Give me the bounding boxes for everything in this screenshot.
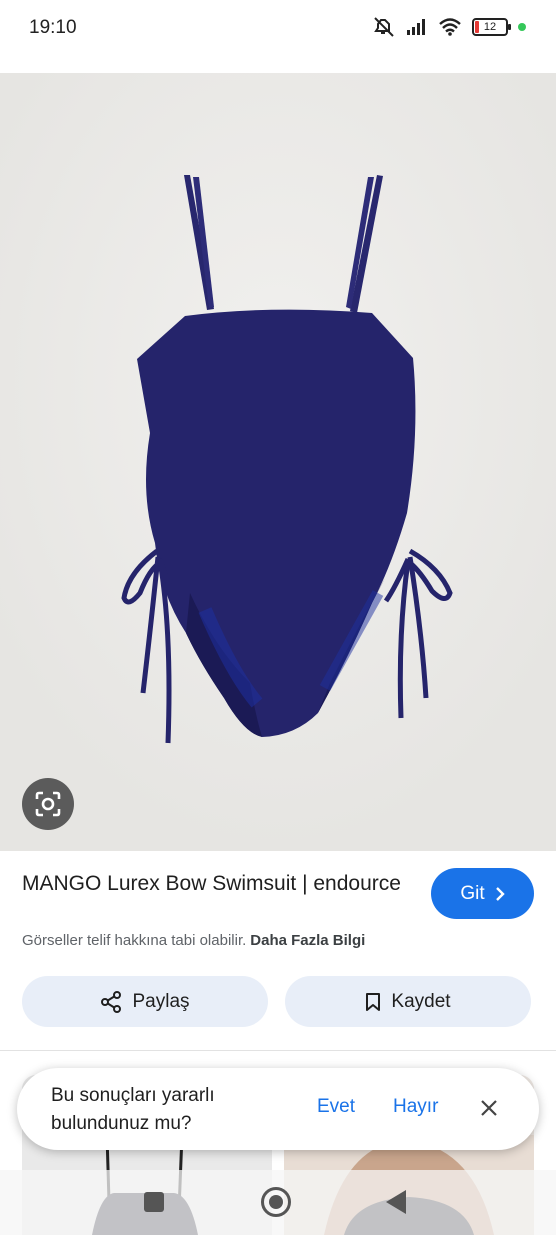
recent-apps-icon[interactable] (144, 1192, 164, 1212)
status-bar: 19:10 12 (0, 0, 556, 56)
save-label: Kaydet (391, 990, 451, 1012)
divider (0, 1050, 556, 1051)
lens-icon (35, 791, 61, 817)
navigation-bar (0, 1170, 556, 1235)
share-button[interactable]: Paylaş (22, 976, 268, 1027)
result-info: MANGO Lurex Bow Swimsuit | endource Git … (0, 851, 556, 1051)
product-image[interactable] (0, 73, 556, 851)
privacy-dot-icon (518, 23, 526, 31)
more-info-link[interactable]: Daha Fazla Bilgi (250, 932, 365, 949)
battery-icon: 12 (472, 18, 511, 36)
visit-label: Git (460, 882, 485, 904)
google-lens-button[interactable] (22, 778, 74, 830)
swimsuit-image (0, 73, 556, 851)
feedback-no-button[interactable]: Hayır (393, 1096, 438, 1118)
wifi-icon (438, 18, 462, 36)
mute-icon (372, 16, 396, 38)
share-icon (101, 990, 122, 1013)
status-icons: 12 (372, 16, 526, 38)
back-icon[interactable] (386, 1190, 406, 1214)
copyright-notice: Görseller telif hakkına tabi olabilir. Da… (22, 932, 365, 949)
visit-button[interactable]: Git (431, 868, 534, 919)
close-icon[interactable] (477, 1096, 501, 1120)
battery-level: 12 (483, 21, 497, 33)
feedback-card: Bu sonuçları yararlı bulundunuz mu? Evet… (17, 1068, 539, 1150)
battery-fill (475, 21, 479, 33)
chevron-right-icon (495, 886, 505, 901)
bookmark-icon (366, 992, 381, 1011)
result-title[interactable]: MANGO Lurex Bow Swimsuit | endource (22, 870, 402, 898)
signal-icon (406, 18, 428, 36)
share-label: Paylaş (132, 990, 190, 1012)
status-time: 19:10 (29, 17, 77, 38)
save-button[interactable]: Kaydet (285, 976, 531, 1027)
home-icon[interactable] (261, 1187, 291, 1217)
feedback-question: Bu sonuçları yararlı bulundunuz mu? (51, 1085, 215, 1134)
copyright-text: Görseller telif hakkına tabi olabilir. (22, 932, 247, 949)
feedback-yes-button[interactable]: Evet (317, 1096, 355, 1118)
